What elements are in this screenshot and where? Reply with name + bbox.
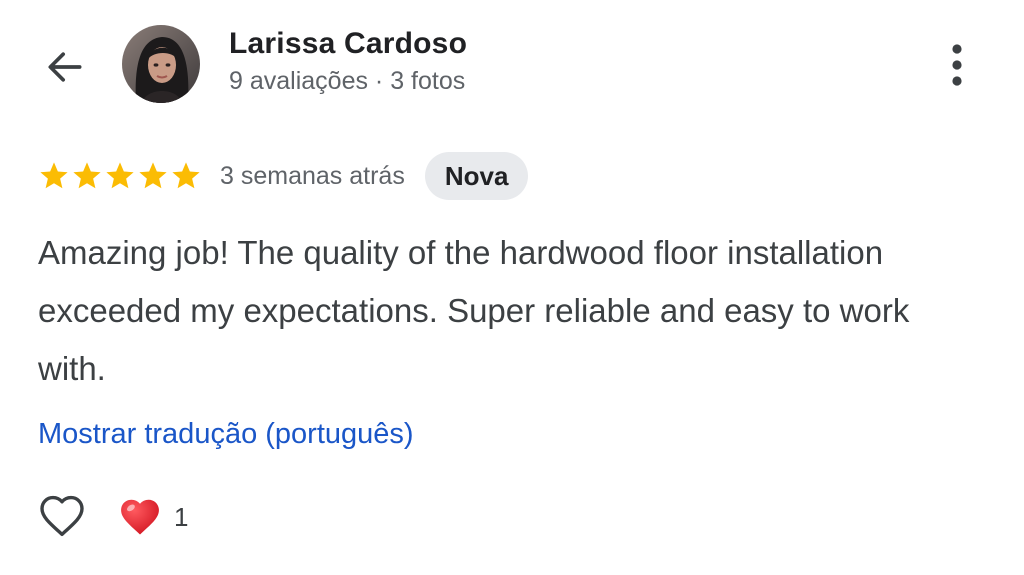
reviewer-name[interactable]: Larissa Cardoso [229,27,467,61]
star-icon [139,162,167,189]
star-icon [106,162,134,189]
rating-row: 3 semanas atrás Nova [38,152,529,200]
review-text: Amazing job! The quality of the hardwood… [38,234,910,387]
star-icon [73,162,101,189]
new-badge: Nova [424,152,529,200]
review-time: 3 semanas atrás [220,161,405,190]
reaction-count: 1 [174,501,189,532]
star-icon [172,162,200,189]
arrow-left-icon [48,52,82,82]
show-translation-link[interactable]: Mostrar tradução (português) [38,418,414,451]
reaction-summary[interactable]: 1 [118,494,188,540]
star-rating [38,160,202,192]
avatar[interactable] [122,25,200,103]
more-options-button[interactable] [932,38,982,92]
red-heart-icon [121,499,159,535]
back-button[interactable] [38,40,92,94]
more-vertical-icon [952,44,962,86]
heart-outline-icon [40,495,84,537]
reviewer-stats: 9 avaliações · 3 fotos [229,67,466,95]
like-button[interactable] [36,492,88,540]
star-icon [40,162,68,189]
